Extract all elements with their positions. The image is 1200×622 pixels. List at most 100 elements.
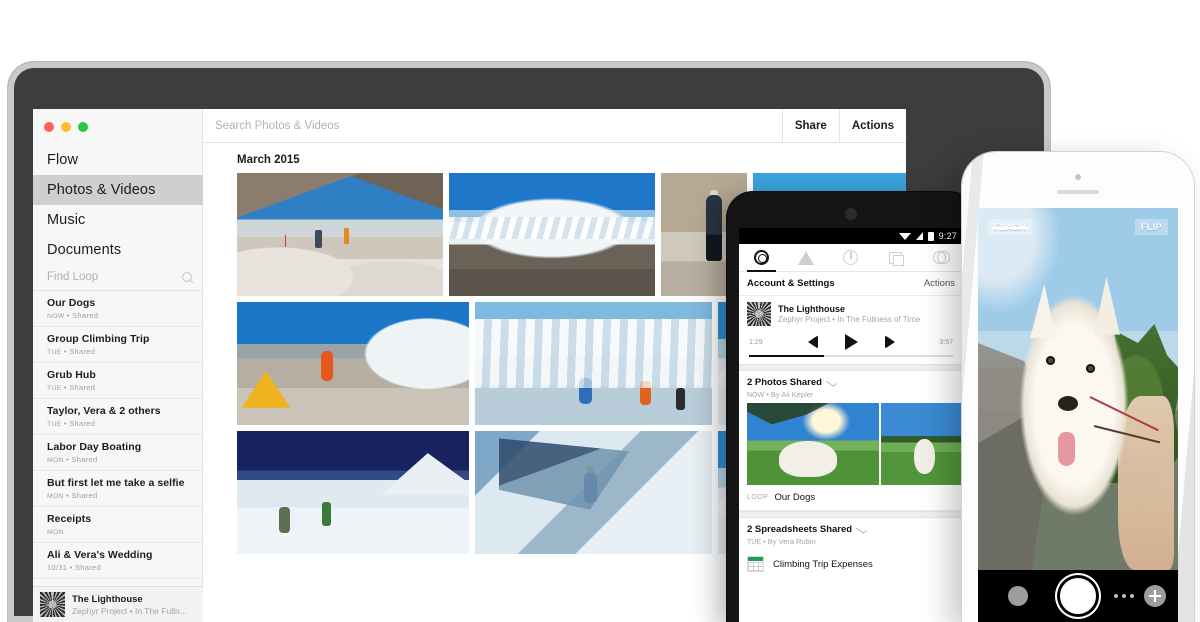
tab-loop[interactable] bbox=[739, 244, 784, 272]
feed-card-subtitle: TUE • By Vera Rubin bbox=[747, 537, 816, 546]
list-item[interactable]: Group Climbing Trip TUE • Shared bbox=[33, 327, 203, 363]
list-item[interactable]: Labor Day Boating MON • Shared bbox=[33, 435, 203, 471]
feed-card-subtitle: Now • By Ali Kepler bbox=[747, 390, 814, 399]
progress-fill bbox=[749, 355, 825, 357]
photo-base-camp-tents-gear[interactable] bbox=[237, 302, 469, 425]
add-button[interactable] bbox=[1144, 585, 1166, 607]
elapsed-time: 1:29 bbox=[749, 339, 763, 346]
loop-title: But first let me take a selfie bbox=[47, 477, 185, 489]
product-devices-composite: Flow Photos & Videos Music Documents Fin… bbox=[0, 0, 1200, 622]
feed-card-header-photos: 2 Photos Shared Now • By Ali Kepler bbox=[739, 371, 963, 403]
progress-bar[interactable] bbox=[749, 355, 953, 357]
playback-controls: 1:29 3:57 bbox=[747, 333, 955, 351]
list-item[interactable]: Our Dogs NOW • Shared bbox=[33, 291, 203, 327]
spreadsheet-row[interactable]: Climbing Trip Expenses bbox=[739, 550, 963, 578]
list-item[interactable]: Receipts MON bbox=[33, 507, 203, 543]
loop-title: Receipts bbox=[47, 513, 92, 525]
last-photo-thumbnail[interactable] bbox=[1008, 586, 1028, 606]
feed-card-title: 2 Spreadsheets Shared bbox=[747, 524, 955, 535]
loop-list: Our Dogs NOW • Shared Group Climbing Tri… bbox=[33, 291, 203, 604]
actions-button[interactable]: Actions bbox=[838, 109, 906, 143]
list-item[interactable]: Ali & Vera's Wedding 10/31 • Shared bbox=[33, 543, 203, 579]
find-loop-field[interactable]: Find Loop bbox=[33, 264, 203, 291]
photo-roped-team-on-snow[interactable] bbox=[237, 431, 469, 554]
chevron-down-icon[interactable] bbox=[855, 525, 868, 534]
tab-files[interactable] bbox=[873, 244, 918, 271]
loop-title: Our Dogs bbox=[47, 297, 96, 309]
photo-white-dog-lying-in-grass[interactable] bbox=[747, 403, 880, 485]
sidebar-item-music[interactable]: Music bbox=[33, 205, 203, 235]
find-loop-placeholder: Find Loop bbox=[47, 271, 99, 283]
duration-time: 3:57 bbox=[939, 339, 953, 346]
minimize-icon[interactable] bbox=[61, 122, 71, 132]
play-icon[interactable] bbox=[844, 334, 858, 350]
close-icon[interactable] bbox=[44, 122, 54, 132]
file-name: Climbing Trip Expenses bbox=[773, 558, 873, 570]
flash-toggle-button[interactable]: FLASH bbox=[988, 219, 1032, 235]
photo-trekkers-on-rocky-trail[interactable] bbox=[237, 173, 443, 296]
share-button[interactable]: Share bbox=[781, 109, 839, 143]
camera-viewfinder[interactable]: FLASH FLIP bbox=[978, 208, 1178, 570]
tab-activity[interactable] bbox=[829, 244, 874, 271]
list-item[interactable]: Taylor, Vera & 2 others TUE • Shared bbox=[33, 399, 203, 435]
feed-card-header-spreadsheets: 2 Spreadsheets Shared TUE • By Vera Rubi… bbox=[739, 518, 963, 550]
track-title: The Lighthouse bbox=[778, 304, 845, 314]
loop-meta: TUE • Shared bbox=[47, 347, 96, 356]
desktop-toolbar: Search Photos & Videos Share Actions bbox=[203, 109, 906, 143]
feed-loop-row[interactable]: LOOP Our Dogs bbox=[739, 485, 963, 511]
loop-meta: MON bbox=[47, 529, 64, 536]
photo-ice-wall-team[interactable] bbox=[475, 302, 712, 425]
photo-white-dog-running-in-grass[interactable] bbox=[881, 403, 963, 485]
android-status-bar: 9:27 bbox=[739, 228, 963, 244]
android-now-playing: The Lighthouse Zephyr Project • In The F… bbox=[739, 296, 963, 357]
photo-glacier-valley-panorama[interactable] bbox=[449, 173, 655, 296]
track-subtitle: Zephyr Project • In The Fullness of Time bbox=[778, 315, 921, 324]
desktop-mini-player[interactable]: The Lighthouse Zephyr Project • In The F… bbox=[33, 586, 203, 622]
loop-label: LOOP bbox=[747, 494, 769, 501]
sidebar-item-photos-videos[interactable]: Photos & Videos bbox=[33, 175, 203, 205]
loop-name: Our Dogs bbox=[774, 492, 816, 503]
search-input[interactable]: Search Photos & Videos bbox=[215, 120, 782, 132]
loop-icon bbox=[753, 250, 769, 265]
loop-meta: TUE • Shared bbox=[47, 383, 96, 392]
tab-alerts[interactable] bbox=[784, 244, 829, 271]
loop-meta: MON • Shared bbox=[47, 491, 98, 500]
sidebar-item-documents[interactable]: Documents bbox=[33, 235, 203, 265]
player-meta: The Lighthouse Zephyr Project • In The F… bbox=[72, 594, 187, 616]
loop-meta: NOW • Shared bbox=[47, 311, 99, 320]
shutter-button[interactable] bbox=[1060, 578, 1096, 614]
feed-photo-strip bbox=[739, 403, 963, 485]
now-playing-meta: The Lighthouse Zephyr Project • In The F… bbox=[778, 304, 920, 324]
more-dots[interactable] bbox=[1114, 594, 1134, 598]
dog-face bbox=[1010, 287, 1138, 549]
chevron-down-icon[interactable] bbox=[825, 378, 838, 387]
next-icon[interactable] bbox=[884, 336, 895, 348]
android-screen: 9:27 Account & Settings Actions The Ligh… bbox=[739, 228, 963, 622]
search-icon[interactable] bbox=[182, 271, 193, 283]
flash-off-strike-icon bbox=[992, 227, 1028, 229]
loop-title: Taylor, Vera & 2 others bbox=[47, 405, 161, 417]
sidebar-item-flow[interactable]: Flow bbox=[33, 145, 203, 175]
actions-button[interactable]: Actions bbox=[924, 278, 955, 289]
sidebar-nav: Flow Photos & Videos Music Documents bbox=[33, 145, 203, 265]
list-item[interactable]: But first let me take a selfie MON • Sha… bbox=[33, 471, 203, 507]
camera-controls-bar bbox=[978, 570, 1178, 622]
loop-title: Grub Hub bbox=[47, 369, 96, 381]
photo-climber-crossing-crevasse[interactable] bbox=[475, 431, 712, 554]
flip-camera-button[interactable]: FLIP bbox=[1134, 219, 1168, 235]
venn-circles-icon bbox=[932, 250, 950, 265]
desktop-sidebar: Flow Photos & Videos Music Documents Fin… bbox=[33, 109, 203, 622]
maximize-icon[interactable] bbox=[78, 122, 88, 132]
status-clock: 9:27 bbox=[938, 231, 957, 241]
window-icon bbox=[889, 251, 905, 266]
window-controls[interactable] bbox=[44, 122, 88, 132]
battery-icon bbox=[927, 231, 934, 241]
alert-triangle-icon bbox=[798, 250, 815, 265]
loop-title: Labor Day Boating bbox=[47, 441, 142, 453]
previous-icon[interactable] bbox=[807, 336, 818, 348]
loop-title: Group Climbing Trip bbox=[47, 333, 150, 345]
signal-icon bbox=[915, 232, 923, 240]
dog-eye-right bbox=[1086, 363, 1095, 373]
tab-groups[interactable] bbox=[918, 244, 963, 271]
list-item[interactable]: Grub Hub TUE • Shared bbox=[33, 363, 203, 399]
